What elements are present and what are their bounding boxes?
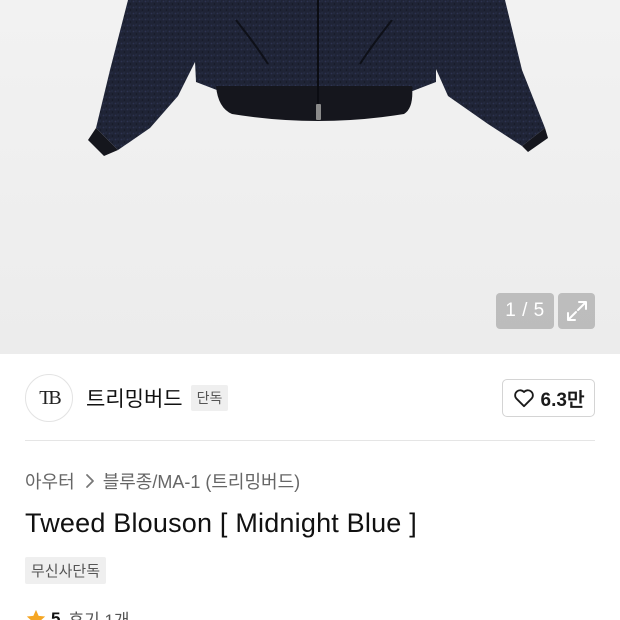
heart-icon [513,389,534,408]
store-exclusive-badge: 무신사단독 [25,557,107,584]
brand-exclusive-badge: 단독 [190,385,229,411]
chevron-right-icon [85,474,94,488]
brand-name[interactable]: 트리밍버드 [86,383,183,413]
rating-row[interactable]: 5 후기 1개 [25,606,130,620]
breadcrumb: 아우터 블루종/MA-1 (트리밍버드) [25,468,300,494]
brand-logo[interactable]: TB [25,374,73,422]
divider [25,440,595,441]
breadcrumb-category[interactable]: 아우터 [25,468,75,494]
image-pager-text: 1 / 5 [505,300,545,321]
product-image-carousel[interactable]: 1 / 5 [0,0,620,354]
product-title: Tweed Blouson [ Midnight Blue ] [25,508,417,538]
image-pager: 1 / 5 [496,293,554,329]
rating-score: 5 [51,608,61,620]
brand-logo-text: TB [39,386,61,409]
expand-icon [566,301,587,321]
brand-row: TB 트리밍버드 단독 6.3만 [25,372,595,424]
star-icon [26,609,46,620]
review-count[interactable]: 후기 1개 [68,606,129,620]
expand-image-button[interactable] [558,293,595,329]
like-count: 6.3만 [540,389,585,411]
brand-like-button[interactable]: 6.3만 [502,379,595,417]
breadcrumb-subcategory[interactable]: 블루종/MA-1 (트리밍버드) [103,468,300,494]
